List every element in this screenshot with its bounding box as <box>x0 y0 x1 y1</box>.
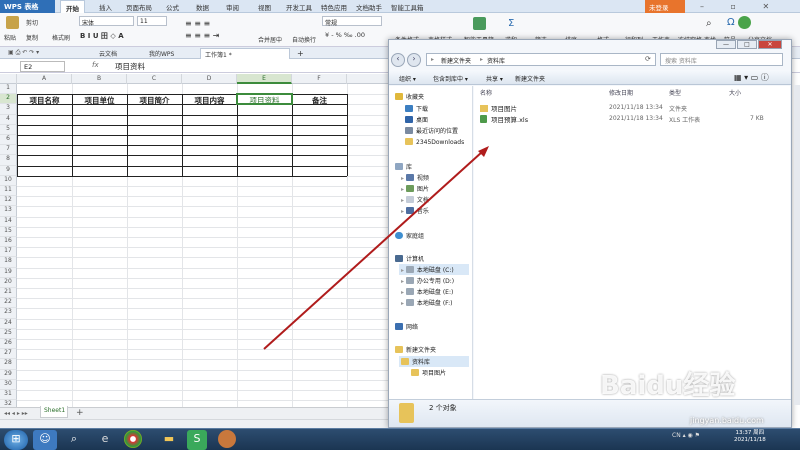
baidu-watermark-url: jingyan.baidu.com <box>690 416 764 425</box>
system-tray[interactable]: CN ▴ ◉ ⚑ <box>672 432 700 439</box>
baidu-watermark: Baidu经验 <box>600 371 736 401</box>
taskbar-clock[interactable]: 13:37 周四 2021/11/18 <box>734 430 766 444</box>
taskbar-chrome-icon[interactable] <box>124 430 142 448</box>
taskbar-app-icon[interactable]: ☺ <box>33 430 57 450</box>
start-button[interactable]: ⊞ <box>4 430 28 450</box>
taskbar-app2-icon[interactable] <box>218 430 236 448</box>
taskbar-ie-icon[interactable]: e <box>93 430 117 450</box>
taskbar-folder-icon[interactable]: ▬ <box>157 430 181 450</box>
taskbar-search-icon[interactable]: ⌕ <box>62 430 86 450</box>
taskbar-wps-icon[interactable]: S <box>187 430 207 450</box>
arrow-line <box>263 151 483 350</box>
